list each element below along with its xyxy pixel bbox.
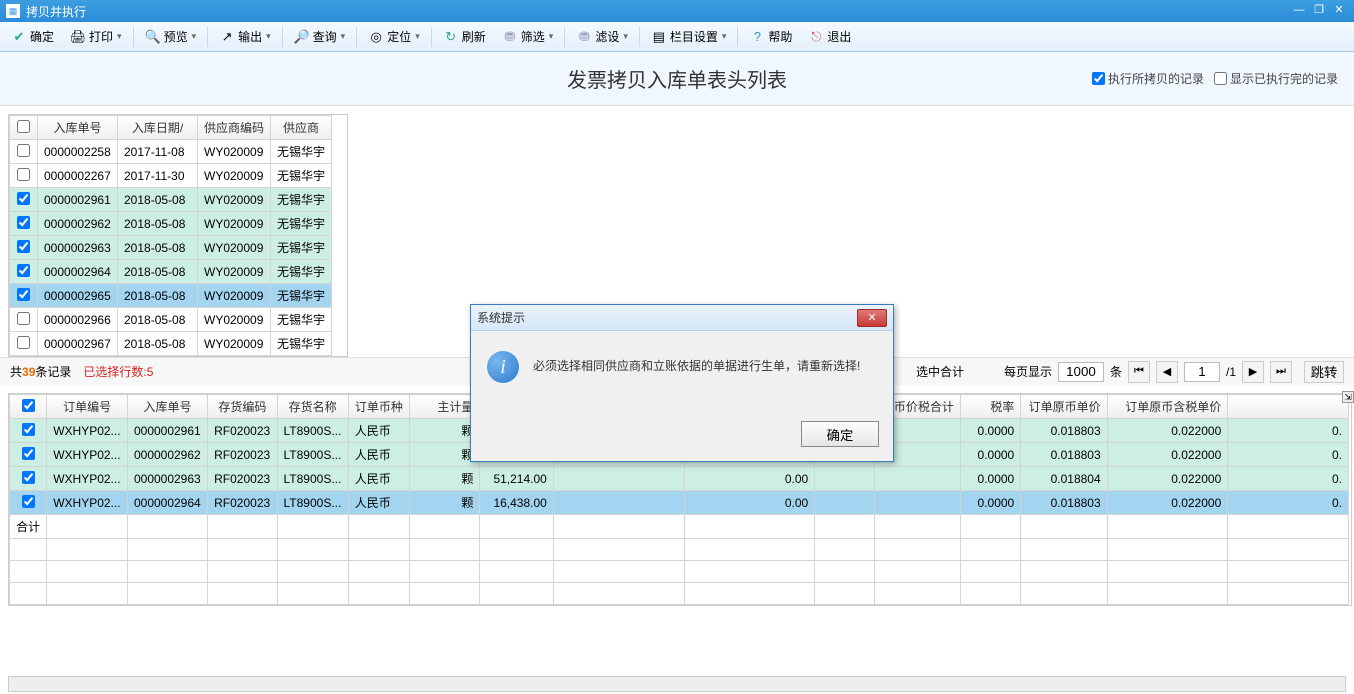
dialog-close-button[interactable]: ✕ (857, 309, 887, 327)
info-icon: i (487, 351, 519, 383)
dialog-title: 系统提示 (477, 309, 857, 326)
modal-overlay: 系统提示 ✕ i 必须选择相同供应商和立账依据的单据进行生单，请重新选择! 确定 (0, 0, 1354, 694)
dialog-message: 必须选择相同供应商和立账依据的单据进行生单，请重新选择! (533, 351, 877, 374)
system-prompt-dialog: 系统提示 ✕ i 必须选择相同供应商和立账依据的单据进行生单，请重新选择! 确定 (470, 304, 894, 462)
dialog-ok-button[interactable]: 确定 (801, 421, 879, 447)
